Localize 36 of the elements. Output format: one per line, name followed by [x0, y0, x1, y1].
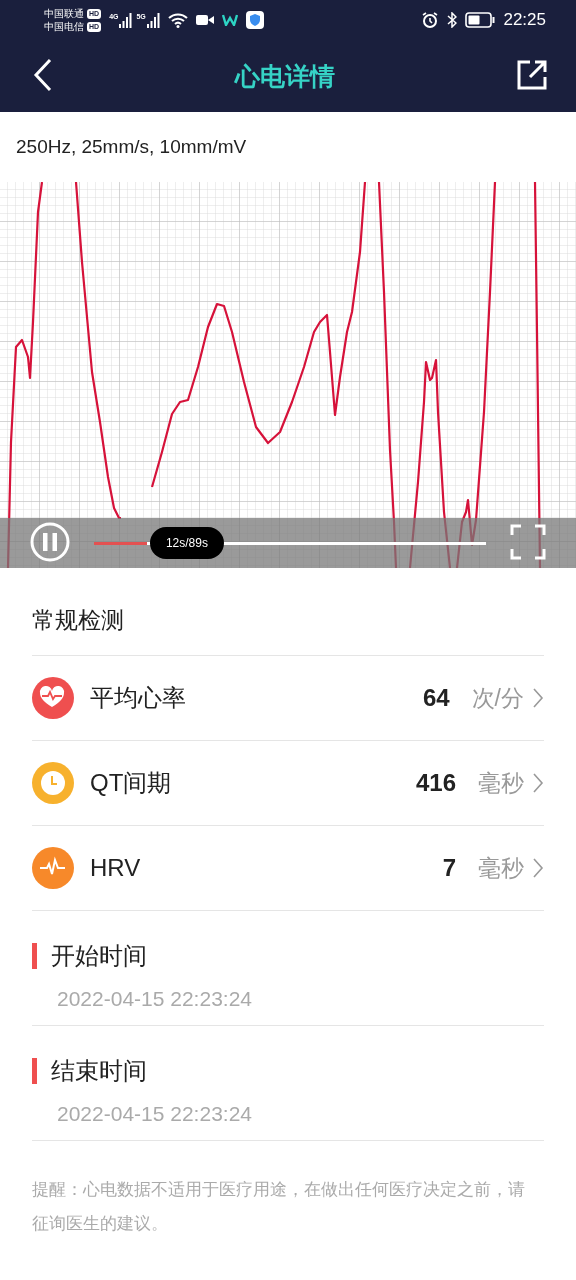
signal-icon — [146, 12, 160, 28]
battery-icon — [465, 12, 496, 28]
metric-unit: 毫秒 — [478, 768, 524, 798]
time-label: 开始时间 — [32, 943, 147, 969]
section-title: 常规检测 — [32, 568, 544, 656]
clock-time: 22:25 — [503, 10, 546, 30]
time-value: 2022-04-15 22:23:24 — [57, 1102, 252, 1126]
metric-name: 平均心率 — [90, 683, 187, 713]
metric-value: 416 — [415, 769, 456, 797]
metric-unit: 毫秒 — [478, 853, 524, 883]
time-value: 2022-04-15 22:23:24 — [57, 987, 252, 1011]
metric-unit: 次/分 — [471, 683, 524, 713]
carrier-name: 中国联通 — [44, 7, 84, 20]
metric-value: 7 — [442, 854, 456, 882]
time-label: 结束时间 — [32, 1058, 147, 1084]
video-camera-icon — [195, 14, 214, 26]
w-logo-icon — [221, 14, 238, 26]
page-title: 心电详情 — [235, 60, 335, 92]
chevron-right-icon — [532, 772, 544, 794]
fullscreen-button[interactable] — [510, 523, 546, 563]
chevron-right-icon — [532, 857, 544, 879]
signal-icon — [119, 12, 133, 28]
carrier-name: 中国电信 — [44, 20, 84, 33]
metric-name: QT间期 — [90, 768, 173, 798]
wifi-icon — [167, 12, 188, 28]
disclaimer-text: 提醒：心电数据不适用于医疗用途，在做出任何医疗决定之前，请征询医生的建议。 — [32, 1179, 526, 1235]
alarm-clock-icon — [421, 11, 440, 29]
ecg-settings: 250Hz, 25mm/s, 10mm/mV — [15, 135, 248, 159]
metric-value: 64 — [422, 684, 450, 712]
waveform-icon — [32, 847, 74, 889]
chevron-right-icon — [532, 687, 544, 709]
progress-thumb[interactable]: 12s/89s — [149, 527, 224, 559]
bluetooth-icon — [447, 12, 458, 28]
clock-icon — [32, 762, 74, 804]
metric-name: HRV — [90, 854, 142, 882]
shield-icon — [245, 11, 264, 29]
